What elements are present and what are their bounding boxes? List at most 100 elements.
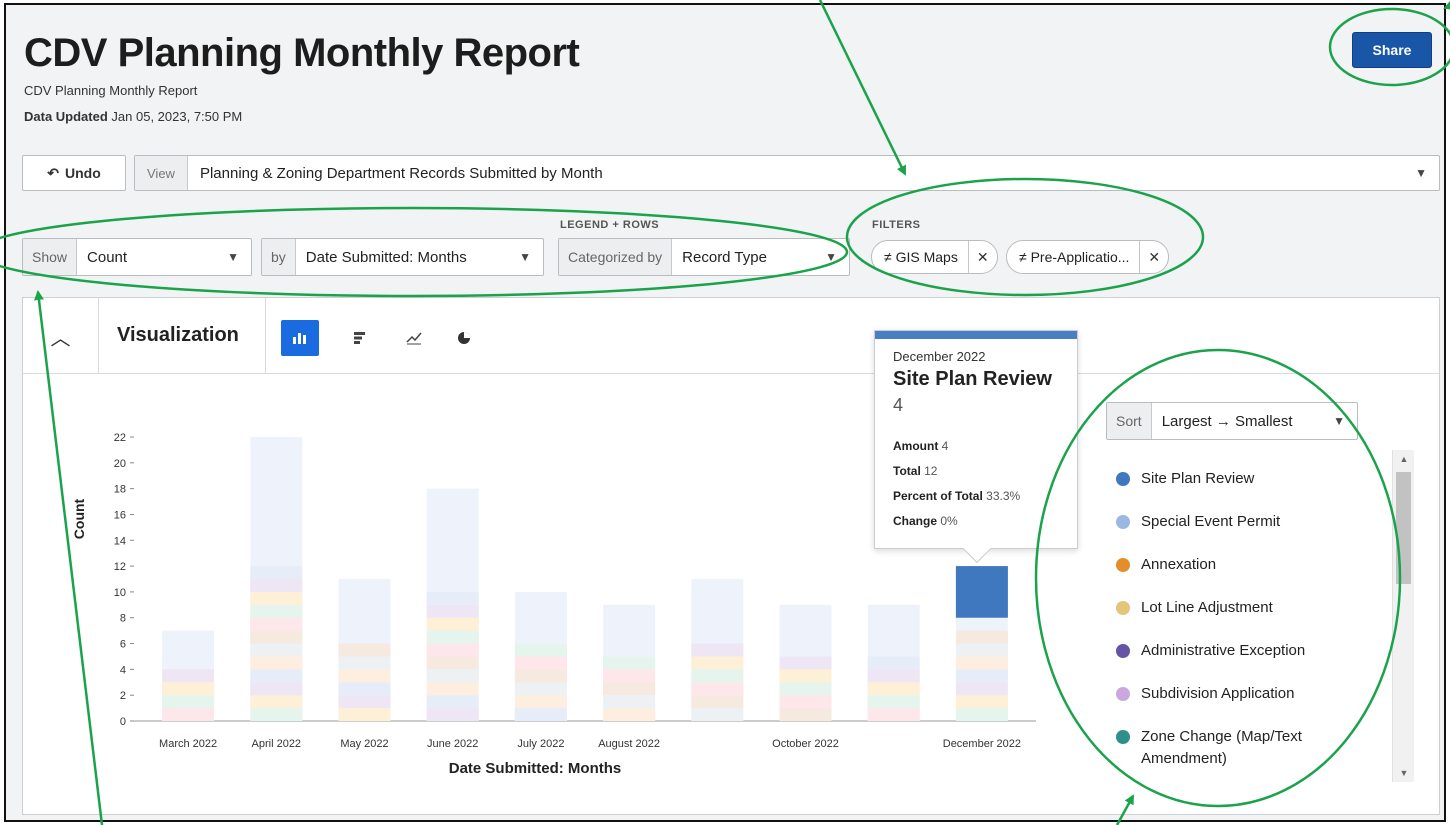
bar-segment [955,656,1008,670]
legend-item[interactable]: Subdivision Application [1116,683,1294,705]
bar-segment [603,708,656,721]
tooltip-total-value: 12 [924,464,938,478]
undo-icon: ↶ [47,164,59,181]
bar-segment [603,656,656,670]
bar-chart-button[interactable] [341,320,379,356]
bar-segment [867,695,920,709]
legend-item[interactable]: Administrative Exception [1116,640,1305,662]
tooltip-change: Change 0% [893,514,958,528]
y-tick-label: 2 [120,690,126,702]
filter-chip-pre-application[interactable]: ≠ Pre-Applicatio... ✕ [1006,240,1170,274]
visualization-title: Visualization [117,324,239,346]
by-label: by [262,239,296,275]
column-chart-button[interactable] [281,320,319,356]
column-chart-icon [293,333,306,344]
bar-segment [250,579,303,592]
legend-item[interactable]: Annexation [1116,554,1216,576]
x-tick-label: March 2022 [159,738,217,750]
legend-label: Zone Change (Map/Text Amendment) [1141,728,1302,767]
scrollbar-thumb[interactable] [1396,472,1411,584]
bar-segment [867,669,920,683]
bar-segment [426,695,479,709]
y-axis-label: Count [71,498,87,539]
tooltip-series-name: Site Plan Review [893,368,1052,390]
bar-segment [514,669,567,683]
view-select[interactable]: View Planning & Zoning Department Record… [134,155,1440,191]
x-tick-label: August 2022 [598,738,660,750]
close-icon[interactable]: ✕ [1139,241,1168,273]
bar-segment [250,695,303,709]
line-chart-button[interactable] [395,320,433,356]
pie-chart-icon [458,332,470,344]
bar-segment [779,669,832,683]
by-select[interactable]: by Date Submitted: Months ▼ [261,238,544,276]
bar-segment [426,604,479,618]
bar-segment-highlight [955,566,1008,618]
y-tick-label: 20 [114,458,126,470]
legend-scrollbar[interactable]: ▲ ▼ [1392,450,1414,782]
show-select[interactable]: Show Count ▼ [22,238,252,276]
bar-segment [867,708,920,721]
legend-item[interactable]: Site Plan Review [1116,468,1254,490]
tooltip-change-value: 0% [940,514,958,528]
tooltip-color-bar [875,331,1077,339]
bar-segment [162,708,215,721]
close-icon[interactable]: ✕ [967,241,997,273]
pie-chart-button[interactable] [445,320,483,356]
bar-segment [955,643,1008,657]
legend-item[interactable]: Special Event Permit [1116,511,1280,533]
bar-segment [338,643,391,657]
y-tick-label: 14 [114,535,126,547]
bar-segment [691,643,744,657]
bar-segment [426,643,479,657]
show-value: Count [87,248,128,266]
bar-segment [338,682,391,696]
bar-segment [338,669,391,683]
data-updated-value: Jan 05, 2023, 7:50 PM [111,109,243,124]
legend-label: Lot Line Adjustment [1141,599,1273,616]
bar-segment [867,682,920,696]
bar-segment [779,656,832,670]
scroll-up-icon[interactable]: ▲ [1393,454,1415,464]
share-button[interactable]: Share [1352,32,1432,68]
bar-segment [250,708,303,721]
chevron-up-icon[interactable]: ︿ [23,298,99,374]
chevron-down-icon: ▼ [227,250,239,264]
filter-chip-gis-maps[interactable]: ≠ GIS Maps ✕ [871,240,998,274]
chevron-down-icon: ▼ [519,250,531,264]
report-page: CDV Planning Monthly Report CDV Planning… [4,3,1446,822]
y-tick-label: 4 [120,664,126,676]
legend-item[interactable]: Lot Line Adjustment [1116,597,1273,619]
filter-chip-label: ≠ GIS Maps [884,249,958,265]
bar-segment [426,656,479,670]
bar-segment [514,708,567,721]
bar-segment [514,643,567,657]
bar-segment [955,630,1008,644]
bar-segment [514,695,567,709]
bar-segment [426,708,479,721]
undo-label: Undo [64,165,101,181]
undo-button[interactable]: ↶ Undo [22,155,126,191]
legend-swatch [1116,644,1130,658]
scroll-down-icon[interactable]: ▼ [1393,768,1415,778]
legend-item[interactable]: Zone Change (Map/Text Amendment) [1116,726,1351,770]
tooltip-amount: Amount 4 [893,439,948,453]
bar-chart-icon [354,332,365,344]
filter-chip-label: ≠ Pre-Applicatio... [1019,249,1130,265]
categorized-by-select[interactable]: Categorized by Record Type ▼ [558,238,850,276]
bar-segment [338,695,391,709]
sort-select[interactable]: Sort Largest → Smallest ▼ [1106,402,1358,440]
bar-segment [514,656,567,670]
y-tick-label: 12 [114,561,126,573]
categorized-by-value: Record Type [682,248,767,266]
legend-swatch [1116,601,1130,615]
bar-segment [603,669,656,683]
show-label: Show [23,239,78,275]
chevron-down-icon: ▼ [825,250,837,264]
data-updated-label: Data Updated [24,109,108,124]
bar-segment [955,669,1008,683]
x-tick-label: October 2022 [772,738,839,750]
legend-label: Administrative Exception [1141,642,1306,659]
legend-label: Subdivision Application [1141,685,1295,702]
divider [265,298,266,374]
